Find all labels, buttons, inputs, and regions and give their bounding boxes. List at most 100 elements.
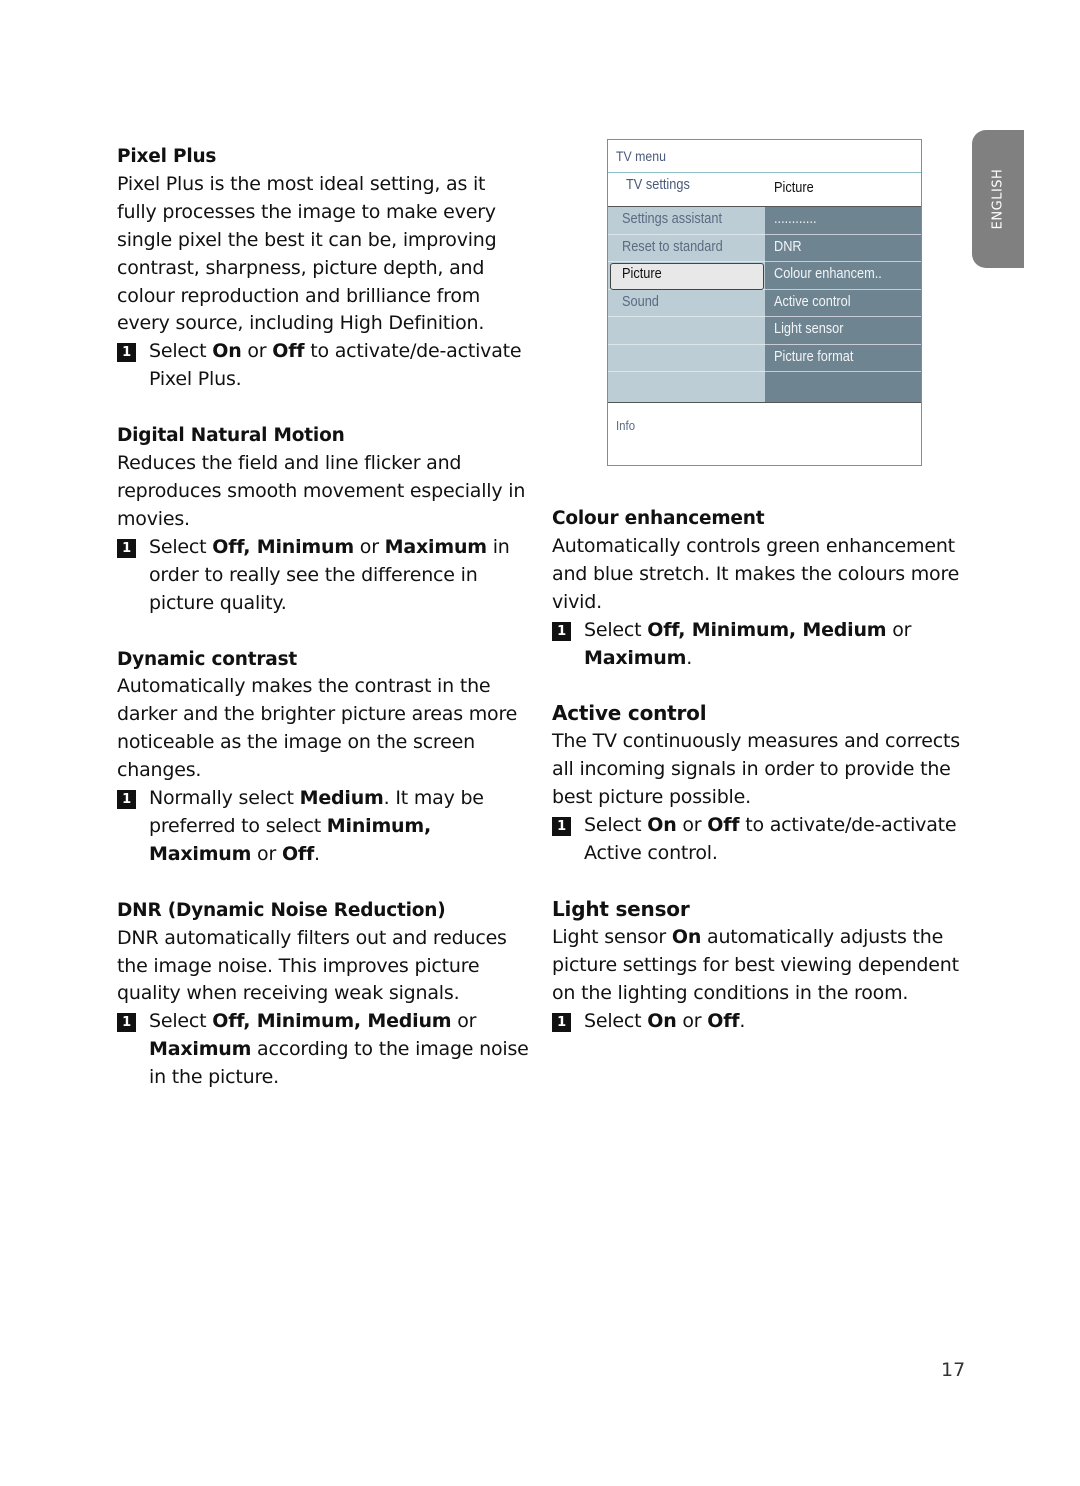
tv-menu-title: TV menu [616, 148, 666, 164]
text-run: Normally select [149, 787, 300, 810]
text-run: Select [584, 814, 648, 837]
emphasis-text: Maximum [149, 1038, 252, 1061]
section-active-control: Active control The TV continuously measu… [552, 700, 962, 867]
step-text: Select Off, Minimum, Medium or Maximum a… [149, 1008, 537, 1092]
section-body: Pixel Plus is the most ideal setting, as… [117, 172, 497, 335]
step-text: Normally select Medium. It may be prefer… [149, 785, 537, 869]
tv-menu-item-label: Picture [622, 266, 662, 282]
step-number-badge: 1 [117, 343, 136, 363]
tv-submenu-item-label: DNR [774, 238, 802, 255]
text-run: . [739, 1009, 746, 1032]
text-run: or [676, 814, 708, 837]
emphasis-text: Off, Minimum, Medium [647, 618, 887, 641]
step-instruction: 1 Normally select Medium. It may be pref… [117, 785, 537, 869]
tv-menu-item [608, 317, 765, 345]
tv-submenu-item[interactable]: Active control [765, 290, 921, 317]
emphasis-text: Off [281, 842, 315, 865]
text-run: Select [149, 340, 213, 363]
tv-menu-item-label: Sound [622, 293, 659, 310]
step-number-badge: 1 [117, 538, 136, 558]
tv-submenu-item[interactable]: ............ [765, 207, 921, 235]
text-run: or [676, 1009, 708, 1032]
emphasis-text: Medium [299, 787, 384, 810]
emphasis-text: Off, Minimum [212, 535, 354, 558]
emphasis-text: On [647, 1009, 677, 1032]
text-run: or [451, 1010, 477, 1033]
language-label: ENGLISH [990, 168, 1006, 230]
tv-submenu-item-label: Colour enhancem.. [774, 266, 882, 282]
text-run: or [886, 618, 912, 641]
right-column: Colour enhancement Automatically control… [552, 505, 962, 1035]
tv-menu-item [608, 345, 765, 372]
page-number: 17 [941, 1359, 966, 1381]
section-body: Automatically makes the contrast in the … [117, 675, 518, 782]
emphasis-text: On [212, 340, 242, 363]
emphasis-text: On [647, 814, 677, 837]
tv-submenu-item-label: Light sensor [774, 321, 844, 337]
language-tab: ENGLISH [972, 130, 1024, 268]
step-instruction: 1 Select On or Off to activate/de-activa… [117, 338, 537, 394]
section-heading: DNR (Dynamic Noise Reduction) [117, 899, 446, 921]
text-run: Automatically controls green enhancement… [552, 534, 960, 613]
tv-menu-screenshot: TV menu TV settings Picture Settings ass… [607, 139, 922, 466]
divider [608, 172, 921, 173]
section-light-sensor: Light sensor Light sensor On automatical… [552, 896, 962, 1036]
section-pixel-plus: Pixel Plus Pixel Plus is the most ideal … [117, 143, 537, 394]
section-body: Automatically controls green enhancement… [552, 533, 962, 617]
step-text: Select Off, Minimum, Medium or Maximum. [584, 617, 962, 673]
tv-menu-item [608, 372, 765, 399]
text-run: . [686, 646, 693, 669]
section-heading: Dynamic contrast [117, 648, 298, 670]
section-dynamic-contrast: Dynamic contrast Automatically makes the… [117, 646, 537, 869]
text-run: or [241, 340, 273, 363]
section-body: Light sensor On automatically adjusts th… [552, 924, 962, 1008]
step-text: Select On or Off to activate/de-activate… [149, 338, 537, 394]
tv-submenu-item[interactable]: DNR [765, 235, 921, 262]
tv-submenu-item[interactable]: Light sensor [765, 317, 921, 345]
step-instruction: 1 Select On or Off to activate/de-activa… [552, 812, 962, 868]
step-number-badge: 1 [552, 817, 571, 837]
step-instruction: 1 Select On or Off. [552, 1008, 962, 1036]
text-run: Select [584, 618, 648, 641]
tv-menu-item-label: Settings assistant [622, 211, 723, 227]
step-number-badge: 1 [552, 621, 571, 641]
text-run: Select [149, 1010, 213, 1033]
section-heading: Active control [552, 701, 707, 726]
tv-submenu-item[interactable]: Picture format [765, 345, 921, 372]
section-digital-natural-motion: Digital Natural Motion Reduces the field… [117, 422, 537, 617]
tv-submenu-list: ............ DNR Colour enhancem.. Activ… [765, 207, 921, 402]
emphasis-text: Maximum [584, 646, 687, 669]
tv-submenu-item-label: Picture format [774, 348, 854, 365]
text-run: Select [584, 1009, 648, 1032]
section-heading: Pixel Plus [117, 146, 217, 167]
emphasis-text: Off, Minimum, Medium [212, 1010, 452, 1033]
emphasis-text: Off [707, 814, 740, 837]
tv-submenu-item[interactable]: Colour enhancem.. [765, 262, 921, 290]
section-body: Reduces the field and line flicker and r… [117, 452, 526, 530]
text-run: or [353, 535, 385, 558]
section-heading: Digital Natural Motion [117, 425, 345, 447]
tv-menu-breadcrumb: TV settings [626, 177, 690, 193]
step-number-badge: 1 [117, 790, 136, 810]
section-body: The TV continuously measures and correct… [552, 728, 962, 812]
tv-menu-item-selected[interactable]: Picture [608, 262, 765, 290]
step-text: Select Off, Minimum or Maximum in order … [149, 534, 537, 618]
tv-menu-info-label: Info [616, 418, 636, 433]
emphasis-text: Off [272, 340, 305, 363]
tv-submenu-header: Picture [774, 180, 814, 196]
section-dnr: DNR (Dynamic Noise Reduction) DNR automa… [117, 897, 537, 1092]
tv-submenu-item-label: ............ [774, 211, 817, 227]
step-number-badge: 1 [552, 1012, 571, 1032]
tv-menu-left-list: Settings assistant Reset to standard Pic… [608, 207, 765, 402]
tv-menu-item[interactable]: Settings assistant [608, 207, 765, 235]
tv-menu-item[interactable]: Sound [608, 290, 765, 317]
text-run: Light sensor [552, 925, 672, 948]
tv-menu-item[interactable]: Reset to standard [608, 235, 765, 262]
text-run: The TV continuously measures and correct… [552, 730, 960, 809]
emphasis-text: Off [707, 1009, 740, 1032]
left-column: Pixel Plus Pixel Plus is the most ideal … [117, 143, 537, 1092]
emphasis-text: Maximum [384, 535, 487, 558]
step-instruction: 1 Select Off, Minimum or Maximum in orde… [117, 534, 537, 618]
step-text: Select On or Off to activate/de-activate… [584, 812, 962, 868]
tv-menu-body: Settings assistant Reset to standard Pic… [608, 206, 921, 403]
